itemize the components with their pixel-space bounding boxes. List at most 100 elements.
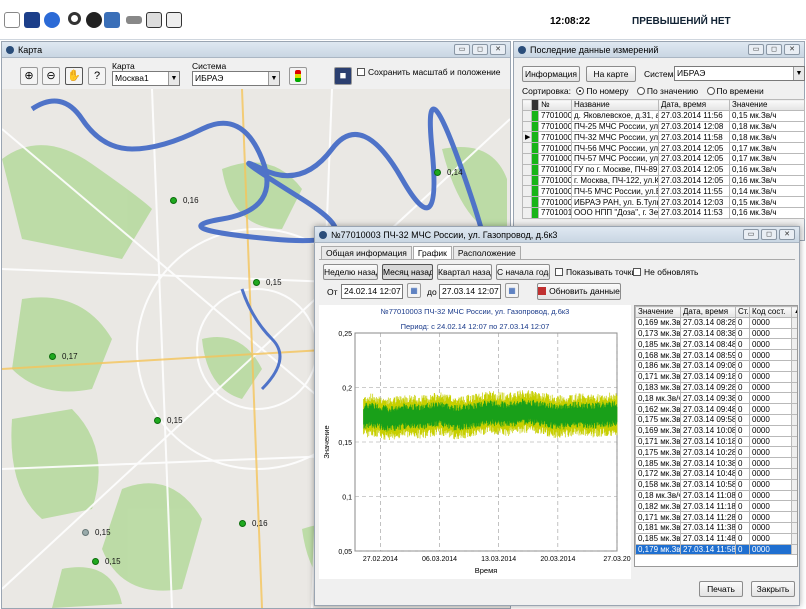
sort-by-value-radio[interactable]: По значению (636, 86, 698, 96)
minimize-button[interactable]: ▭ (454, 44, 470, 55)
scrollbar-track[interactable] (791, 435, 797, 448)
calendar-icon[interactable]: ▦ (407, 283, 421, 298)
col-number[interactable]: № (538, 99, 572, 111)
refresh-icon[interactable] (44, 12, 60, 28)
scrollbar-track[interactable] (791, 457, 797, 469)
minimize-button[interactable]: ▭ (748, 44, 764, 55)
table-row[interactable]: 0,18 мк.Зв/ч 27.03.14 09:38 0 0000 (635, 392, 797, 405)
table-row[interactable]: 77010007г. Москва, ПЧ-122, ул.Корганск27… (522, 174, 805, 187)
table-row[interactable]: 77010004ПЧ-56 МЧС России, ул. Вводен27.0… (522, 142, 805, 154)
zoom-out-icon[interactable]: ⊖ (42, 67, 60, 85)
traffic-light-icon[interactable] (289, 67, 307, 85)
table-row[interactable]: 0,175 мк.Зв/ч27.03.14 09:5800000 (635, 413, 797, 426)
scrollbar-track[interactable] (791, 370, 797, 383)
table-row[interactable]: 0,171 мк.Зв/ч27.03.14 11:2800000 (635, 511, 797, 523)
maximize-button[interactable]: ◻ (766, 44, 782, 55)
scrollbar-track[interactable] (791, 543, 797, 556)
table-row[interactable]: 0,18 мк.Зв/ч 27.03.14 11:08 0 0000 (635, 489, 797, 502)
sensor-marker[interactable] (92, 558, 99, 565)
table-row[interactable]: 77010010ООО НПП "Доза", г. Зеленоград27.… (522, 206, 805, 219)
tab-general-info[interactable]: Общая информация (321, 246, 412, 259)
from-date-input[interactable]: 24.02.14 12:07 (341, 284, 403, 299)
sistema-select[interactable]: ИБРАЭ ▼ (192, 71, 280, 86)
table-row[interactable]: 0,173 мк.Зв/ч27.03.14 08:3800000 (635, 327, 797, 340)
table-row[interactable]: 0,171 мк.Зв/ч27.03.14 10:1800000 (635, 435, 797, 448)
close-button[interactable]: ✕ (784, 44, 800, 55)
table-row[interactable]: 0,185 мк.Зв/ч27.03.14 11:4800000 (635, 532, 797, 545)
last-data-titlebar[interactable]: Последние данные измерений ▭ ◻ ✕ (514, 42, 804, 58)
history-table[interactable]: Значение Дата, время Ст. Код сост. ▲ 0,1… (635, 306, 797, 556)
to-date-input[interactable]: 27.03.14 12:07 (439, 284, 501, 299)
refresh-data-button[interactable]: Обновить данные (537, 283, 621, 300)
sensor-marker[interactable] (253, 279, 260, 286)
table-row[interactable]: 0,172 мк.Зв/ч27.03.14 10:4800000 (635, 467, 797, 480)
zoom-in-icon[interactable]: ⊕ (20, 67, 38, 85)
table-row[interactable]: 0,168 мк.Зв/ч27.03.14 08:5900000 (635, 349, 797, 361)
karta-select[interactable]: Москва1 ▼ (112, 71, 180, 86)
print-button[interactable]: Печать (699, 581, 743, 597)
scrollbar-track[interactable] (791, 413, 797, 426)
sensor-marker[interactable] (434, 169, 441, 176)
week-back-button[interactable]: Неделю назад (323, 264, 378, 280)
sensor-marker[interactable] (82, 529, 89, 536)
sort-by-time-radio[interactable]: По времени (706, 86, 764, 96)
scrollbar-track[interactable] (791, 349, 797, 361)
map-window-titlebar[interactable]: Карта ▭ ◻ ✕ (2, 42, 510, 58)
scrollbar-track[interactable] (791, 478, 797, 491)
scrollbar-track[interactable] (791, 392, 797, 405)
table-row[interactable]: 0,185 мк.Зв/ч27.03.14 10:3800000 (635, 457, 797, 469)
scrollbar-track[interactable] (791, 489, 797, 502)
windows-icon[interactable] (146, 12, 162, 28)
scrollbar-track[interactable] (791, 338, 797, 351)
table-row[interactable]: 0,181 мк.Зв/ч27.03.14 11:3800000 (635, 521, 797, 534)
scrollbar-track[interactable] (791, 381, 797, 394)
scrollbar-track[interactable] (791, 511, 797, 523)
table-row[interactable]: 77010008ПЧ-5 МЧС России, ул.Владимир27.0… (522, 185, 805, 198)
search-icon[interactable] (68, 12, 81, 25)
close-button[interactable]: ✕ (490, 44, 506, 55)
quarter-back-button[interactable]: Квартал назад (437, 264, 492, 280)
help-pointer-icon[interactable]: ? (88, 67, 106, 85)
table-row[interactable]: 0,179 мк.Зв/ч27.03.14 11:5800000 (635, 543, 797, 556)
sensor-marker[interactable] (49, 353, 56, 360)
table-row[interactable]: 0,169 мк.Зв/ч27.03.14 08:2800000 (635, 316, 797, 329)
table-row[interactable]: 0,186 мк.Зв/ч27.03.14 09:0800000 (635, 359, 797, 372)
table-row[interactable]: 0,171 мк.Зв/ч27.03.14 09:1800000 (635, 370, 797, 383)
show-points-checkbox[interactable]: Показывать точки (555, 267, 636, 277)
no-update-checkbox[interactable]: Не обновлять (633, 267, 698, 277)
save-position-icon[interactable]: ■ (334, 67, 352, 85)
scroll-up-icon[interactable]: ▲ (791, 306, 797, 318)
info-button[interactable]: Информация (522, 66, 580, 82)
maximize-button[interactable]: ◻ (472, 44, 488, 55)
sistema-select[interactable]: ИБРАЭ ▼ (674, 66, 805, 81)
table-row[interactable]: 77010005ПЧ-57 МЧС России, ул. Озерна27.0… (522, 152, 805, 165)
info-icon[interactable] (86, 12, 102, 28)
key-icon[interactable] (126, 16, 142, 24)
close-dialog-button[interactable]: Закрыть (751, 581, 795, 597)
table-row[interactable]: 77010006ГУ по г. Москве, ПЧ-89, ул.Шен27… (522, 163, 805, 176)
scrollbar-track[interactable] (791, 327, 797, 340)
table-row[interactable]: 0,162 мк.Зв/ч27.03.14 09:4800000 (635, 403, 797, 415)
col-status[interactable]: Ст. (735, 306, 750, 318)
sensor-marker[interactable] (170, 197, 177, 204)
scrollbar-track[interactable] (791, 467, 797, 480)
col-value[interactable]: Значение (635, 306, 681, 318)
table-row[interactable]: ▶ 77010003ПЧ-32 МЧС России, ул. Газопро27… (522, 131, 805, 144)
table-row[interactable]: 0,185 мк.Зв/ч27.03.14 08:4800000 (635, 338, 797, 351)
history-table-wrap[interactable]: Значение Дата, время Ст. Код сост. ▲ 0,1… (634, 305, 798, 567)
scrollbar-track[interactable] (791, 500, 797, 513)
table-row[interactable]: 0,175 мк.Зв/ч27.03.14 10:2800000 (635, 446, 797, 459)
sort-by-number-radio[interactable]: По номеру (576, 86, 628, 96)
maximize-button[interactable]: ◻ (761, 229, 777, 240)
scrollbar-track[interactable] (791, 532, 797, 545)
table-row[interactable]: 0,183 мк.Зв/ч27.03.14 09:2800000 (635, 381, 797, 394)
table-row[interactable]: 0,158 мк.Зв/ч27.03.14 10:5800000 (635, 478, 797, 491)
network-icon[interactable] (104, 12, 120, 28)
report-icon[interactable] (166, 12, 182, 28)
new-icon[interactable] (4, 12, 20, 28)
close-button[interactable]: ✕ (779, 229, 795, 240)
col-datetime[interactable]: Дата, время (658, 99, 730, 111)
detail-titlebar[interactable]: №77010003 ПЧ-32 МЧС России, ул. Газопров… (315, 227, 799, 243)
col-datetime[interactable]: Дата, время (680, 306, 736, 318)
tab-chart[interactable]: График (412, 246, 452, 259)
